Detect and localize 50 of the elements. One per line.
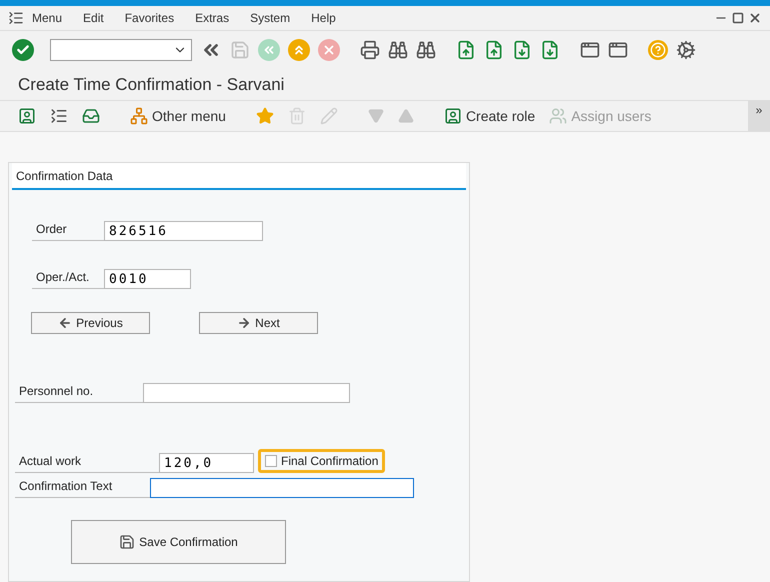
save-icon	[119, 534, 136, 550]
menu-icon[interactable]	[8, 10, 24, 26]
toolbar-button[interactable]: Other menu	[130, 106, 226, 127]
menu-icon	[50, 107, 68, 126]
page-up-icon[interactable]	[484, 40, 504, 60]
page-up-icon[interactable]	[456, 40, 476, 60]
page-down-icon[interactable]	[540, 40, 560, 60]
printer-icon[interactable]	[360, 40, 380, 60]
close-icon[interactable]	[748, 10, 762, 25]
check-icon[interactable]	[12, 38, 34, 61]
users-icon	[549, 107, 568, 126]
star-icon	[256, 107, 274, 126]
tray-icon	[82, 107, 100, 126]
pencil-icon	[320, 107, 338, 126]
panel-title: Confirmation Data	[15, 169, 113, 184]
menu-item[interactable]: Extras	[195, 8, 230, 27]
overflow-button[interactable]: »	[748, 101, 770, 132]
operation-field[interactable]: 0010	[104, 269, 191, 290]
final-confirmation-checkbox[interactable]: Final Confirmation	[258, 449, 386, 474]
command-field[interactable]	[50, 38, 192, 61]
search-icon[interactable]	[388, 40, 408, 60]
settings-icon[interactable]	[676, 40, 696, 60]
window-icon[interactable]	[580, 40, 600, 60]
next-button[interactable]: Next	[199, 312, 318, 334]
personnel-field[interactable]	[143, 383, 350, 404]
triangle-down-icon	[368, 108, 384, 124]
toolbar-button[interactable]	[50, 107, 68, 126]
menu-item[interactable]: Favorites	[124, 8, 174, 27]
toolbar-button[interactable]	[18, 107, 36, 126]
triangle-up-icon	[398, 108, 414, 124]
previous-button[interactable]: Previous	[31, 312, 150, 334]
user-icon	[18, 107, 36, 126]
menu-item[interactable]: System	[250, 8, 290, 27]
order-field[interactable]: 826516	[104, 221, 263, 242]
maximize-icon[interactable]	[732, 12, 744, 24]
menu-item[interactable]: Help	[311, 8, 336, 27]
save-confirmation-button[interactable]: Save Confirmation	[71, 520, 286, 564]
toolbar-button[interactable]	[82, 107, 100, 126]
trash-icon	[288, 107, 306, 126]
screen-title: Create Time Confirmation - Sarvani	[18, 74, 284, 96]
window-icon[interactable]	[608, 40, 628, 60]
actual-work-field[interactable]: 120,0	[159, 453, 254, 474]
search-icon[interactable]	[416, 40, 436, 60]
hierarchy-icon	[130, 107, 148, 126]
toolbar-button[interactable]: Create role	[444, 106, 536, 127]
user-icon	[444, 107, 462, 126]
confirmation-text-field[interactable]	[150, 478, 414, 498]
page-down-icon[interactable]	[512, 40, 532, 60]
menu-item[interactable]: Menu	[32, 8, 62, 27]
menu-item[interactable]: Edit	[83, 8, 104, 27]
